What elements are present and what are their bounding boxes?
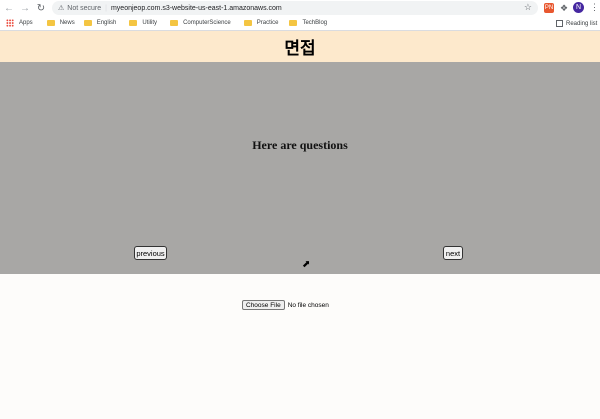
- bookmark-label: TechBlog: [302, 20, 328, 26]
- folder-icon: [289, 20, 298, 26]
- bookmark-label: English: [96, 20, 117, 26]
- warning-icon: ⚠: [58, 5, 65, 12]
- page-title: 면접: [284, 39, 316, 58]
- file-upload: Choose File No file chosen: [242, 300, 329, 310]
- apps-grid-icon: [6, 19, 14, 27]
- reading-list-label: Reading list: [566, 20, 598, 27]
- choose-file-button[interactable]: Choose File: [242, 300, 285, 310]
- question-text: Here are questions: [252, 138, 348, 152]
- bookmark-utility[interactable]: Utility: [129, 20, 157, 26]
- folder-icon: [170, 20, 179, 26]
- reload-icon[interactable]: ↻: [34, 1, 48, 15]
- bookmark-computerscience[interactable]: ComputerScience: [170, 20, 231, 26]
- url-text: myeonjeop.com.s3-website-us-east-1.amazo…: [110, 4, 282, 12]
- bookmark-label: Apps: [19, 20, 33, 26]
- bookmark-label: Practice: [256, 20, 279, 26]
- folder-icon: [46, 20, 55, 26]
- bookmark-news[interactable]: News: [46, 20, 75, 26]
- folder-icon: [129, 20, 138, 26]
- browser-toolbar: ← → ↻ ⚠ Not secure | myeonjeop.com.s3-we…: [0, 0, 600, 16]
- kebab-menu-icon[interactable]: ⋮: [590, 2, 599, 13]
- previous-button[interactable]: previous: [134, 246, 167, 260]
- bookmark-techblog[interactable]: TechBlog: [289, 20, 327, 26]
- folder-icon: [243, 20, 252, 26]
- question-panel: Here are questions previous next ⬈: [0, 62, 600, 274]
- bookmark-label: News: [59, 20, 75, 26]
- reading-list[interactable]: Reading list: [556, 16, 597, 31]
- address-bar[interactable]: ⚠ Not secure | myeonjeop.com.s3-website-…: [52, 1, 538, 15]
- bookmark-star-icon[interactable]: ☆: [524, 2, 532, 13]
- file-status: No file chosen: [287, 301, 329, 309]
- bookmark-label: Utility: [142, 20, 158, 26]
- security-label: Not secure: [67, 4, 102, 12]
- bookmark-label: ComputerScience: [183, 20, 231, 26]
- extension-icon[interactable]: PN: [544, 3, 554, 13]
- omnibox-divider: |: [105, 4, 107, 12]
- bookmark-apps[interactable]: Apps: [6, 19, 33, 27]
- puzzle-icon[interactable]: ❖: [559, 3, 569, 13]
- reading-list-icon: [556, 20, 563, 27]
- profile-avatar[interactable]: N: [573, 2, 584, 13]
- forward-icon[interactable]: →: [18, 1, 32, 15]
- mouse-cursor-icon: ⬈: [302, 259, 311, 270]
- bookmarks-bar: Apps News English Utility ComputerScienc…: [0, 16, 600, 31]
- bookmark-english[interactable]: English: [83, 20, 117, 26]
- page-header: 면접: [0, 31, 600, 62]
- next-button[interactable]: next: [443, 246, 463, 260]
- back-icon[interactable]: ←: [2, 1, 16, 15]
- bookmark-practice[interactable]: Practice: [243, 20, 279, 26]
- folder-icon: [83, 20, 92, 26]
